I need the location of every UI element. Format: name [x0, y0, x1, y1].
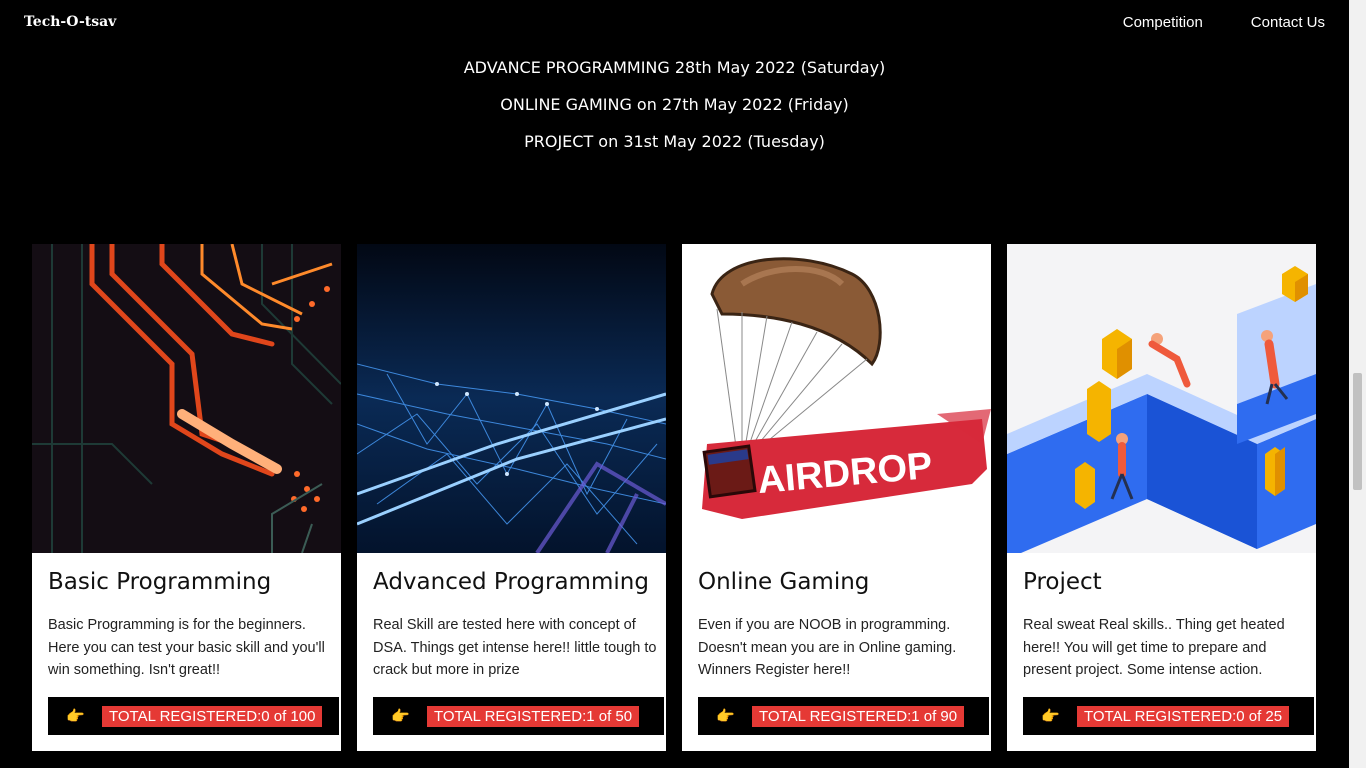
card-title: Project [1023, 569, 1102, 595]
pointing-hand-icon: 👉 [66, 708, 85, 725]
brand-logo[interactable]: Tech-O-tsav [24, 14, 116, 30]
page: Tech-O-tsav Competition Contact Us ADVAN… [0, 0, 1349, 768]
registered-count-badge: TOTAL REGISTERED:0 of 100 [102, 705, 323, 727]
card-description: Real sweat Real skills.. Thing get heate… [1023, 617, 1285, 678]
card-basic-programming: Basic Programming Basic Programming is f… [32, 244, 341, 751]
airdrop-image: AIRDROP [682, 244, 991, 553]
register-button[interactable]: 👉 TOTAL REGISTERED:1 of 50 [373, 697, 664, 735]
schedule-list: ADVANCE PROGRAMMING 28th May 2022 (Satur… [0, 49, 1349, 160]
card-description: Real Skill are tested here with concept … [373, 617, 657, 678]
top-nav: Competition Contact Us [1123, 14, 1325, 31]
registered-count-badge: TOTAL REGISTERED:1 of 50 [427, 705, 640, 727]
card-title: Advanced Programming [373, 569, 649, 595]
card-advanced-programming: Advanced Programming Real Skill are test… [357, 244, 666, 751]
card-description: Even if you are NOOB in programming. Doe… [698, 617, 957, 678]
scrollbar-thumb[interactable] [1353, 373, 1362, 490]
card-description: Basic Programming is for the beginners. … [48, 617, 325, 678]
card-project: Project Real sweat Real skills.. Thing g… [1007, 244, 1316, 751]
card-title: Online Gaming [698, 569, 870, 595]
card-online-gaming: AIRDROP Online Gaming Even if you are NO… [682, 244, 991, 751]
network-mesh-image [357, 244, 666, 553]
circuit-board-image [32, 244, 341, 553]
register-button[interactable]: 👉 TOTAL REGISTERED:0 of 25 [1023, 697, 1314, 735]
isometric-project-image [1007, 244, 1316, 553]
registered-count-badge: TOTAL REGISTERED:0 of 25 [1077, 705, 1290, 727]
register-button[interactable]: 👉 TOTAL REGISTERED:1 of 90 [698, 697, 989, 735]
schedule-item: ADVANCE PROGRAMMING 28th May 2022 (Satur… [463, 58, 886, 77]
register-button[interactable]: 👉 TOTAL REGISTERED:0 of 100 [48, 697, 339, 735]
competition-cards: Basic Programming Basic Programming is f… [32, 244, 1316, 751]
vertical-scrollbar[interactable] [1349, 0, 1366, 768]
nav-contact-us[interactable]: Contact Us [1251, 14, 1325, 31]
schedule-item: ONLINE GAMING on 27th May 2022 (Friday) [500, 95, 849, 114]
schedule-item: PROJECT on 31st May 2022 (Tuesday) [524, 132, 825, 151]
pointing-hand-icon: 👉 [391, 708, 410, 725]
card-title: Basic Programming [48, 569, 272, 595]
nav-competition[interactable]: Competition [1123, 14, 1203, 31]
pointing-hand-icon: 👉 [1041, 708, 1060, 725]
pointing-hand-icon: 👉 [716, 708, 735, 725]
registered-count-badge: TOTAL REGISTERED:1 of 90 [752, 705, 965, 727]
